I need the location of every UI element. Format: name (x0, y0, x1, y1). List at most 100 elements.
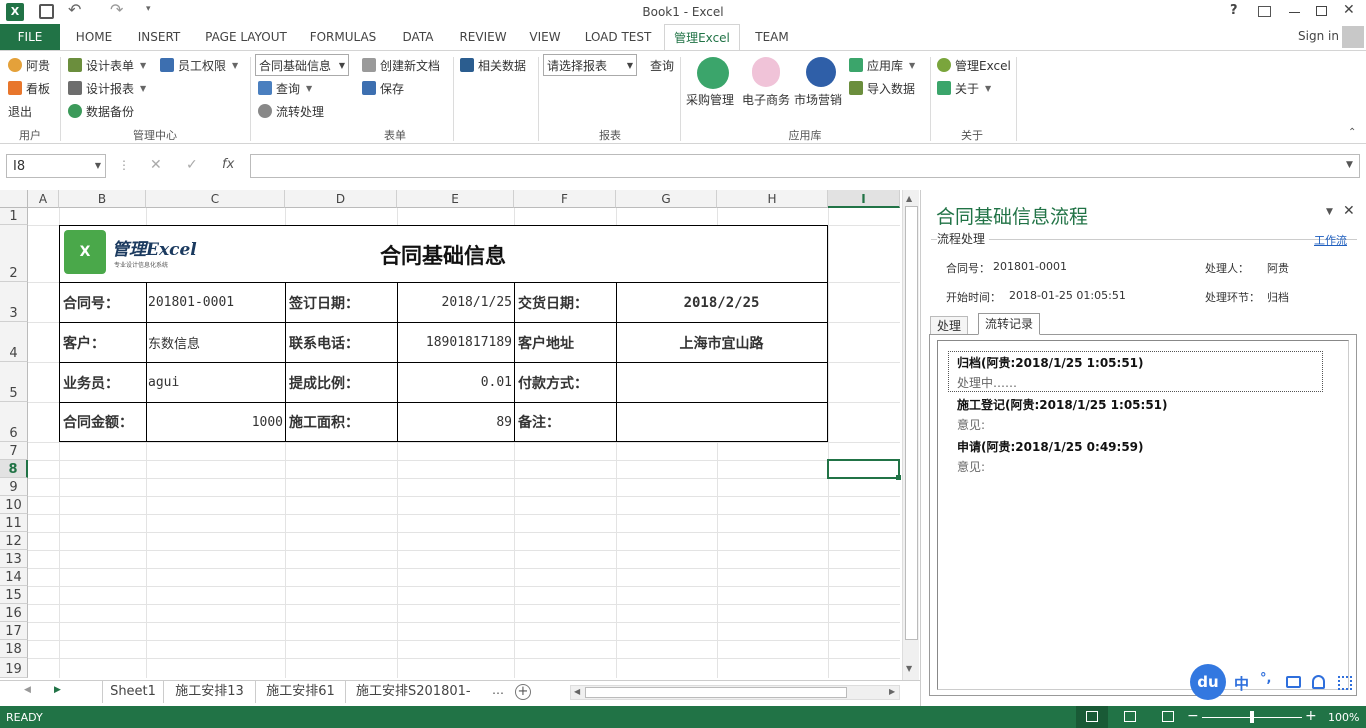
tab-view[interactable]: VIEW (524, 24, 566, 50)
create-doc-button[interactable]: 创建新文档 (362, 55, 440, 75)
zoom-level[interactable]: 100% (1328, 711, 1359, 724)
page-break-view-icon[interactable] (1162, 711, 1174, 722)
payment-value[interactable] (618, 363, 827, 402)
remark-value[interactable] (618, 403, 827, 441)
column-header-i[interactable]: I (828, 190, 900, 208)
ime-language[interactable]: 中 (1234, 673, 1249, 694)
row-header-6[interactable]: 6 (0, 402, 28, 442)
ime-punctuation[interactable]: °, (1260, 671, 1271, 686)
redo-icon[interactable]: ↷ (110, 0, 123, 19)
marketing-label[interactable]: 市场营销 (794, 91, 842, 108)
about-button[interactable]: 关于 ▼ (937, 78, 991, 98)
column-header-h[interactable]: H (717, 190, 828, 208)
help-button[interactable]: ? (1230, 3, 1238, 18)
row-header-12[interactable]: 12 (0, 532, 28, 550)
scroll-thumb[interactable] (905, 206, 918, 640)
h-scroll-thumb[interactable] (585, 687, 847, 698)
ribbon-display-icon[interactable] (1258, 6, 1271, 17)
column-header-a[interactable]: A (28, 190, 59, 208)
form-select[interactable]: 合同基础信息 ▼ (255, 54, 349, 76)
sheet-tab-1[interactable]: Sheet1 (102, 681, 164, 703)
scroll-up-icon[interactable]: ▲ (906, 194, 912, 203)
commission-value[interactable]: 0.01 (397, 363, 512, 402)
ecommerce-icon[interactable] (752, 57, 780, 87)
area-value[interactable]: 89 (397, 403, 512, 441)
zoom-out-icon[interactable]: − (1187, 708, 1199, 724)
sign-date-value[interactable]: 2018/1/25 (397, 283, 512, 322)
row-header-19[interactable]: 19 (0, 658, 28, 678)
user-button[interactable]: 阿贵 (8, 55, 50, 75)
employee-permission-button[interactable]: 员工权限 ▼ (160, 55, 238, 75)
insert-function-icon[interactable]: fx (222, 157, 234, 172)
customer-value[interactable]: 东数信息 (148, 323, 200, 362)
address-value[interactable]: 上海市宜山路 (616, 323, 827, 362)
tab-home[interactable]: HOME (68, 24, 120, 50)
sheet-prev-icon[interactable]: ◀ (24, 685, 31, 695)
design-report-button[interactable]: 设计报表 ▼ (68, 78, 146, 98)
ime-toolbox-icon[interactable] (1286, 676, 1301, 688)
undo-icon[interactable]: ↶ (68, 0, 81, 19)
ime-user-icon[interactable] (1312, 675, 1325, 689)
tab-process[interactable]: 处理 (930, 316, 968, 334)
row-header-16[interactable]: 16 (0, 604, 28, 622)
data-backup-button[interactable]: 数据备份 (68, 101, 134, 121)
tab-team[interactable]: TEAM (748, 24, 796, 50)
amount-value[interactable]: 1000 (146, 403, 283, 441)
row-header-17[interactable]: 17 (0, 622, 28, 640)
ime-grid-icon[interactable] (1338, 676, 1352, 690)
tab-formulas[interactable]: FORMULAS (304, 24, 382, 50)
h-scroll-right-icon[interactable]: ▶ (889, 687, 895, 696)
report-select[interactable]: 请选择报表 ▼ (543, 54, 637, 76)
row-header-9[interactable]: 9 (0, 478, 28, 496)
query-button[interactable]: 查询 ▼ (258, 78, 312, 98)
collapse-ribbon-icon[interactable]: ⌃ (1348, 127, 1356, 138)
column-header-d[interactable]: D (285, 190, 397, 208)
ecommerce-label[interactable]: 电子商务 (742, 91, 790, 108)
qat-customize-icon[interactable]: ▾ (146, 4, 151, 14)
minimize-button[interactable] (1289, 12, 1300, 13)
import-data-button[interactable]: 导入数据 (849, 78, 915, 98)
tab-review[interactable]: REVIEW (454, 24, 512, 50)
report-query-button[interactable]: 查询 (650, 55, 674, 75)
board-button[interactable]: 看板 (8, 78, 50, 98)
close-button[interactable]: ✕ (1343, 2, 1355, 18)
app-store-button[interactable]: 应用库 ▼ (849, 55, 915, 75)
select-all-corner[interactable] (0, 190, 28, 208)
tab-flow-records[interactable]: 流转记录 (978, 313, 1040, 335)
sign-in-link[interactable]: Sign in (1298, 29, 1339, 43)
h-scroll-left-icon[interactable]: ◀ (574, 687, 580, 696)
row-header-14[interactable]: 14 (0, 568, 28, 586)
row-header-4[interactable]: 4 (0, 322, 28, 362)
tab-manage-excel[interactable]: 管理Excel (664, 24, 740, 51)
phone-value[interactable]: 18901817189 (397, 323, 512, 362)
row-header-15[interactable]: 15 (0, 586, 28, 604)
fill-handle[interactable] (896, 475, 901, 480)
column-header-e[interactable]: E (397, 190, 514, 208)
row-header-5[interactable]: 5 (0, 362, 28, 402)
workflow-link[interactable]: 工作流 (1314, 232, 1347, 248)
save-icon[interactable] (39, 4, 54, 19)
row-header-11[interactable]: 11 (0, 514, 28, 532)
purchase-icon[interactable] (697, 57, 729, 89)
row-header-13[interactable]: 13 (0, 550, 28, 568)
manage-excel-button[interactable]: 管理Excel (937, 55, 1011, 75)
maximize-button[interactable] (1316, 6, 1327, 16)
expand-formula-icon[interactable]: ▼ (1346, 160, 1353, 170)
column-header-f[interactable]: F (514, 190, 616, 208)
pane-close-icon[interactable]: ✕ (1343, 203, 1355, 219)
row-header-10[interactable]: 10 (0, 496, 28, 514)
name-box[interactable]: I8 ▼ (6, 154, 106, 178)
marketing-icon[interactable] (806, 57, 836, 87)
design-form-button[interactable]: 设计表单 ▼ (68, 55, 146, 75)
row-header-8[interactable]: 8 (0, 460, 28, 478)
tab-page-layout[interactable]: PAGE LAYOUT (200, 24, 292, 50)
column-header-g[interactable]: G (616, 190, 717, 208)
purchase-label[interactable]: 采购管理 (686, 91, 734, 108)
sheet-tab-3[interactable]: 施工安排61 (256, 681, 346, 703)
flow-button[interactable]: 流转处理 (258, 101, 324, 121)
column-header-b[interactable]: B (59, 190, 146, 208)
row-header-18[interactable]: 18 (0, 640, 28, 658)
salesman-value[interactable]: agui (148, 363, 179, 402)
sheet-next-icon[interactable]: ▶ (54, 685, 61, 695)
cancel-entry-icon[interactable]: ✕ (150, 157, 162, 173)
